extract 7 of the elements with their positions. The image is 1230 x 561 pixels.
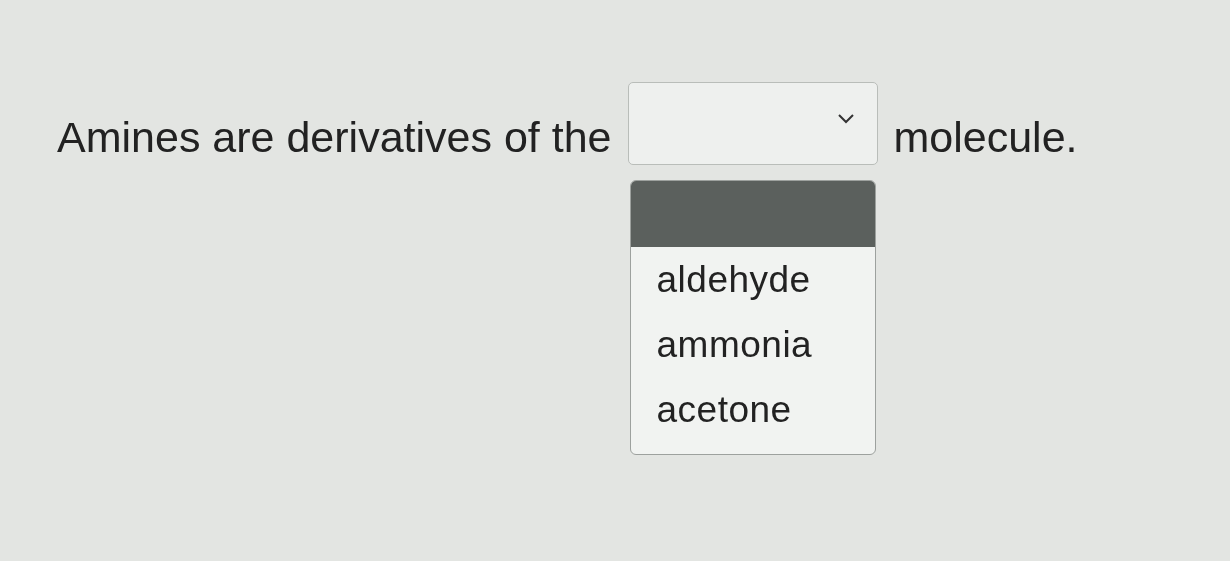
answer-dropdown[interactable] bbox=[627, 82, 878, 165]
dropdown-option[interactable]: acetone bbox=[630, 377, 875, 442]
chevron-down-icon bbox=[836, 113, 855, 125]
dropdown-option[interactable]: ammonia bbox=[630, 312, 875, 377]
dropdown-option[interactable]: aldehyde bbox=[630, 247, 875, 312]
prompt-text: Amines are derivatives of the bbox=[57, 112, 612, 162]
prompt-text: molecule. bbox=[893, 112, 1078, 162]
